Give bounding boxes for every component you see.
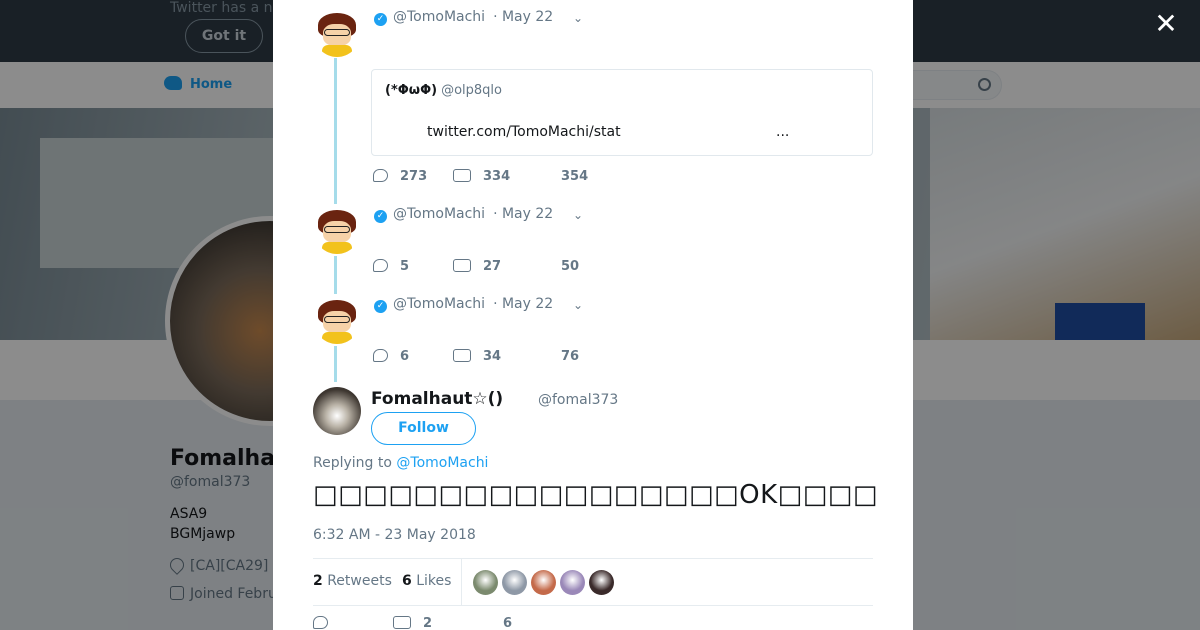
like-button[interactable]: 6 bbox=[503, 616, 512, 630]
liker-avatar[interactable] bbox=[531, 570, 556, 595]
tweet-date[interactable]: · May 22 bbox=[493, 9, 553, 25]
thread-tweet-header: ✓ @TomoMachi · May 22 bbox=[374, 9, 553, 26]
thread-line bbox=[334, 346, 337, 382]
chevron-down-icon[interactable]: ⌄ bbox=[573, 11, 587, 25]
retweet-button[interactable]: 334 bbox=[453, 169, 510, 184]
thread-tweet-header: ✓ @TomoMachi · May 22 bbox=[374, 206, 553, 223]
thread-tweet-header: ✓ @TomoMachi · May 22 bbox=[374, 296, 553, 313]
quoted-text: twitter.com/TomoMachi/stat bbox=[427, 124, 621, 140]
likes-stat-count: 6 bbox=[402, 573, 412, 589]
retweet-icon bbox=[453, 259, 471, 272]
tweet-date[interactable]: · May 22 bbox=[493, 206, 553, 222]
thread-avatar[interactable] bbox=[314, 11, 360, 57]
likes-stat[interactable]: 6 Likes bbox=[402, 573, 451, 589]
replying-prefix: Replying to bbox=[313, 455, 392, 471]
like-count: 50 bbox=[561, 259, 580, 274]
quoted-name: (*ΦωΦ) @olp8qlo bbox=[385, 83, 502, 98]
tweet-handle[interactable]: @TomoMachi bbox=[393, 296, 485, 312]
follow-button[interactable]: Follow bbox=[371, 412, 476, 445]
thread-avatar[interactable] bbox=[314, 298, 360, 344]
reply-button[interactable]: 6 bbox=[373, 349, 409, 364]
retweet-count: 27 bbox=[483, 259, 502, 274]
retweet-count: 34 bbox=[483, 349, 502, 364]
quoted-handle: @olp8qlo bbox=[441, 83, 502, 98]
main-tweet-name[interactable]: Fomalhaut☆() bbox=[371, 389, 503, 409]
replying-to-link[interactable]: @TomoMachi bbox=[396, 455, 488, 471]
reply-count: 6 bbox=[400, 349, 410, 364]
reply-button[interactable] bbox=[313, 616, 340, 630]
reply-icon bbox=[373, 349, 388, 362]
main-tweet-timestamp[interactable]: 6:32 AM - 23 May 2018 bbox=[313, 527, 476, 543]
thread-line bbox=[334, 58, 337, 204]
retweets-stat-count: 2 bbox=[313, 573, 323, 589]
replying-to: Replying to @TomoMachi bbox=[313, 455, 488, 471]
likes-stat-label: Likes bbox=[416, 573, 452, 589]
reply-button[interactable]: 5 bbox=[373, 259, 409, 274]
main-tweet-text: □□□□□□□□□□□□□□□□□OK□□□□ bbox=[313, 480, 878, 510]
retweet-count: 2 bbox=[423, 616, 433, 630]
like-count: 6 bbox=[503, 616, 513, 630]
tweet-date[interactable]: · May 22 bbox=[493, 296, 553, 312]
main-tweet-handle[interactable]: @fomal373 bbox=[538, 392, 618, 408]
like-button[interactable]: 50 bbox=[561, 259, 579, 274]
reply-button[interactable]: 273 bbox=[373, 169, 427, 184]
tweet-handle[interactable]: @TomoMachi bbox=[393, 9, 485, 25]
like-count: 354 bbox=[561, 169, 589, 184]
chevron-down-icon[interactable]: ⌄ bbox=[573, 208, 587, 222]
retweets-stat[interactable]: 2 Retweets bbox=[313, 573, 392, 589]
retweet-button[interactable]: 27 bbox=[453, 259, 501, 274]
reply-count: 5 bbox=[400, 259, 410, 274]
liker-avatar[interactable] bbox=[560, 570, 585, 595]
retweet-button[interactable]: 34 bbox=[453, 349, 501, 364]
retweet-button[interactable]: 2 bbox=[393, 616, 432, 630]
liker-avatar[interactable] bbox=[589, 570, 614, 595]
quoted-tweet[interactable]: (*ΦωΦ) @olp8qlo twitter.com/TomoMachi/sta… bbox=[371, 69, 873, 156]
retweet-count: 334 bbox=[483, 169, 511, 184]
like-count: 76 bbox=[561, 349, 580, 364]
like-button[interactable]: 76 bbox=[561, 349, 579, 364]
chevron-down-icon[interactable]: ⌄ bbox=[573, 298, 587, 312]
reply-count: 273 bbox=[400, 169, 428, 184]
retweet-icon bbox=[453, 169, 471, 182]
tweet-modal: ✓ @TomoMachi · May 22 ⌄ (*ΦωΦ) @olp8qlo twi… bbox=[273, 0, 913, 630]
like-button[interactable]: 354 bbox=[561, 169, 588, 184]
thread-line bbox=[334, 256, 337, 294]
main-tweet-avatar[interactable] bbox=[313, 387, 361, 435]
reply-icon bbox=[313, 616, 328, 629]
close-icon[interactable]: ✕ bbox=[1154, 10, 1178, 38]
reply-icon bbox=[373, 259, 388, 272]
verified-icon: ✓ bbox=[374, 210, 387, 223]
retweets-stat-label: Retweets bbox=[327, 573, 392, 589]
verified-icon: ✓ bbox=[374, 300, 387, 313]
thread-avatar[interactable] bbox=[314, 208, 360, 254]
tweet-stats: 2 Retweets 6 Likes bbox=[313, 558, 873, 606]
reply-icon bbox=[373, 169, 388, 182]
quoted-name-text: (*ΦωΦ) bbox=[385, 83, 438, 98]
retweet-icon bbox=[453, 349, 471, 362]
verified-icon: ✓ bbox=[374, 13, 387, 26]
liker-avatar[interactable] bbox=[502, 570, 527, 595]
stats-divider bbox=[461, 559, 462, 605]
tweet-handle[interactable]: @TomoMachi bbox=[393, 206, 485, 222]
quoted-ellipsis: ... bbox=[776, 124, 790, 140]
liker-avatar[interactable] bbox=[473, 570, 498, 595]
retweet-icon bbox=[393, 616, 411, 629]
